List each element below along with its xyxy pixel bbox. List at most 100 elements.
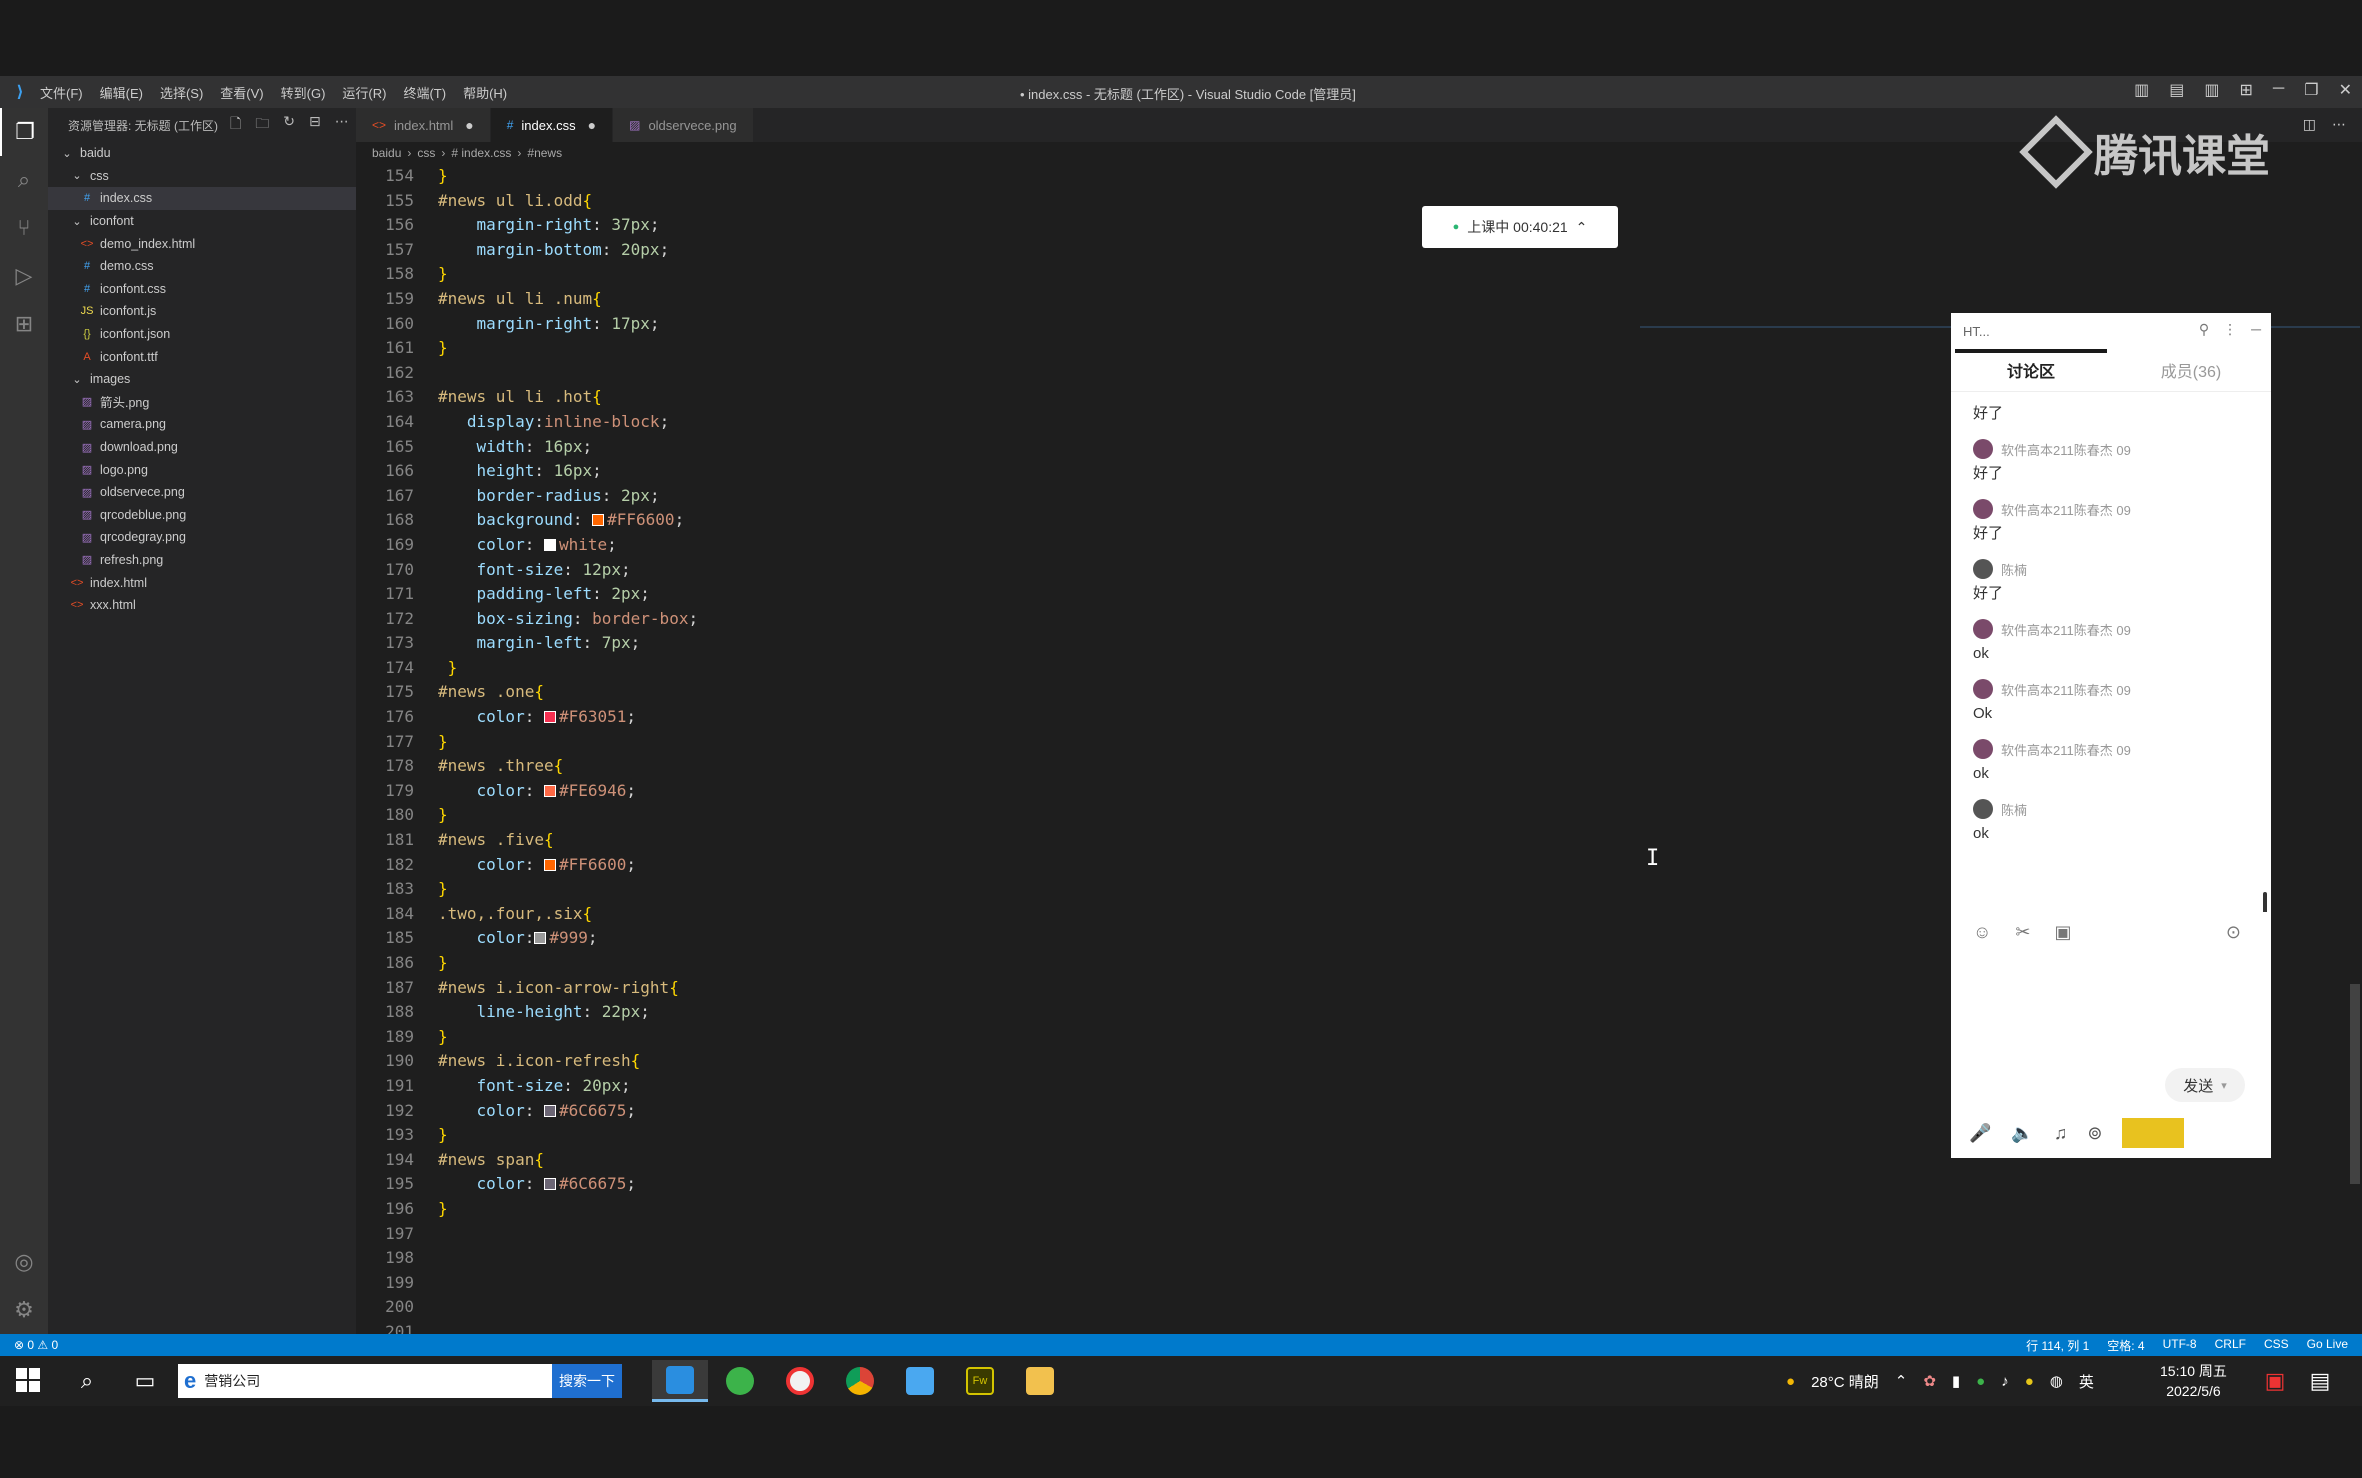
tree-item[interactable]: ▨ logo.png	[48, 458, 356, 481]
breadcrumb-item[interactable]: # index.css	[451, 146, 511, 160]
status-item[interactable]: 行 114, 列 1	[2026, 1337, 2089, 1354]
tree-item[interactable]: ⌄ css	[48, 165, 356, 188]
scissors-icon[interactable]: ✂	[2015, 922, 2030, 943]
menu-item[interactable]: 运行(R)	[342, 83, 386, 102]
refresh-icon[interactable]: ↻	[283, 113, 295, 137]
status-item[interactable]: CSS	[2264, 1337, 2289, 1354]
code-line[interactable]: color: #6C6675;	[438, 1099, 698, 1124]
music-icon[interactable]: ♫	[2054, 1123, 2068, 1144]
send-button[interactable]: 发送 ▾	[2165, 1068, 2245, 1102]
ime-indicator[interactable]: 英	[2079, 1371, 2094, 1392]
restore-button[interactable]: ❐	[2304, 80, 2318, 100]
task-view-icon[interactable]: ▭	[130, 1366, 160, 1396]
toggle-secondary-sidebar-icon[interactable]: ▥	[2204, 80, 2219, 100]
chevron-up-icon[interactable]: ⌃	[1576, 219, 1588, 236]
more-actions-icon[interactable]: ⋯	[2332, 116, 2346, 133]
code-content[interactable]: } #news ul li.odd{ margin-right: 37px; ma…	[438, 164, 698, 1334]
tree-item[interactable]: # iconfont.css	[48, 278, 356, 301]
split-editor-icon[interactable]: ◫	[2303, 116, 2316, 133]
modified-dot-icon[interactable]: ●	[465, 117, 473, 133]
customize-layout-icon[interactable]: ⊞	[2240, 80, 2253, 100]
message-list[interactable]: 好了 软件高本211陈春杰 09 好了 软件高本211陈春杰 09 好了 陈楠 好了 软件高本…	[1951, 392, 2271, 912]
modified-dot-icon[interactable]: ●	[588, 117, 596, 133]
code-line[interactable]: }	[438, 803, 698, 828]
code-line[interactable]: color: #6C6675;	[438, 1172, 698, 1197]
code-line[interactable]: #news ul li.odd{	[438, 189, 698, 214]
file-explorer-app-icon[interactable]	[1012, 1360, 1068, 1402]
tree-item[interactable]: ⌄ iconfont	[48, 210, 356, 233]
problems-status[interactable]: ⊗ 0 ⚠ 0	[0, 1338, 58, 1352]
code-line[interactable]: color: #FF6600;	[438, 853, 698, 878]
tray-shield-icon[interactable]: ●	[2025, 1373, 2034, 1390]
editor-scrollbar[interactable]	[2350, 984, 2360, 1184]
code-line[interactable]: border-radius: 2px;	[438, 484, 698, 509]
extensions-icon[interactable]: ⊞	[0, 300, 48, 348]
toggle-sidebar-icon[interactable]: ▥	[2134, 80, 2149, 100]
code-line[interactable]: margin-bottom: 20px;	[438, 238, 698, 263]
tree-item[interactable]: <> demo_index.html	[48, 232, 356, 255]
code-line[interactable]: height: 16px;	[438, 459, 698, 484]
chat-scrollbar[interactable]	[2263, 892, 2267, 912]
tree-item[interactable]: ▨ 箭头.png	[48, 391, 356, 414]
color-swatch[interactable]	[543, 784, 556, 797]
breadcrumb-item[interactable]: #news	[527, 146, 562, 160]
tree-item[interactable]: ▨ refresh.png	[48, 549, 356, 572]
code-line[interactable]: #news ul li .hot{	[438, 385, 698, 410]
tree-item[interactable]: ▨ qrcodegray.png	[48, 526, 356, 549]
code-line[interactable]	[438, 1246, 698, 1271]
code-line[interactable]: margin-right: 17px;	[438, 312, 698, 337]
code-line[interactable]: display:inline-block;	[438, 410, 698, 435]
menu-item[interactable]: 文件(F)	[40, 83, 83, 102]
color-swatch[interactable]	[543, 1104, 556, 1117]
code-line[interactable]: }	[438, 164, 698, 189]
code-line[interactable]: }	[438, 730, 698, 755]
tree-item[interactable]: <> index.html	[48, 571, 356, 594]
menu-item[interactable]: 转到(G)	[281, 83, 326, 102]
code-line[interactable]: color: #999;	[438, 926, 698, 951]
microphone-icon[interactable]: 🎤	[1969, 1123, 1991, 1144]
color-swatch[interactable]	[592, 514, 605, 527]
weather-text[interactable]: 28°C 晴朗	[1811, 1371, 1879, 1392]
code-line[interactable]: #news ul li .num{	[438, 287, 698, 312]
editor-tab[interactable]: <> index.html ●	[356, 108, 491, 142]
explorer-icon[interactable]: ❐	[0, 108, 48, 156]
color-swatch[interactable]	[543, 1178, 556, 1191]
minimize-icon[interactable]: ─	[2251, 321, 2261, 338]
code-line[interactable]: }	[438, 336, 698, 361]
chrome-app-icon[interactable]	[832, 1360, 888, 1402]
tree-item[interactable]: ⌄ baidu	[48, 142, 356, 165]
settings-icon[interactable]: ⊙	[2226, 922, 2241, 943]
tray-mic-icon[interactable]: ▮	[1952, 1372, 1960, 1390]
code-line[interactable]: #news .three{	[438, 754, 698, 779]
more-icon[interactable]: ⋮	[2223, 321, 2237, 338]
tab-discussion[interactable]: 讨论区	[1951, 349, 2111, 391]
code-line[interactable]: margin-right: 37px;	[438, 213, 698, 238]
speaker-icon[interactable]: 🔈	[2011, 1123, 2033, 1144]
menu-item[interactable]: 选择(S)	[160, 83, 203, 102]
code-line[interactable]: #news .one{	[438, 680, 698, 705]
tree-item[interactable]: Aiconfont.ttf	[48, 345, 356, 368]
windows-start-icon[interactable]	[16, 1368, 40, 1392]
account-icon[interactable]: ◎	[0, 1238, 48, 1286]
tray-bell-icon[interactable]: ♪	[2001, 1373, 2009, 1390]
toggle-panel-icon[interactable]: ▤	[2169, 80, 2184, 100]
code-line[interactable]	[438, 361, 698, 386]
color-swatch[interactable]	[543, 711, 556, 724]
tree-item[interactable]: ▨ download.png	[48, 436, 356, 459]
tree-item[interactable]: ▨ qrcodeblue.png	[48, 504, 356, 527]
class-timer[interactable]: ● 上课中 00:40:21 ⌃	[1422, 206, 1618, 248]
status-item[interactable]: 空格: 4	[2107, 1337, 2144, 1354]
new-file-icon[interactable]: 🗋	[230, 113, 241, 137]
taskbar-search-box[interactable]: e 营销公司	[178, 1364, 552, 1398]
emoji-icon[interactable]: ☺	[1973, 922, 1991, 943]
new-folder-icon[interactable]: 🗀	[255, 113, 269, 137]
tray-volume-icon[interactable]: ◍	[2050, 1372, 2063, 1390]
code-line[interactable]: }	[438, 656, 698, 681]
code-line[interactable]: #news .five{	[438, 828, 698, 853]
code-line[interactable]: box-sizing: border-box;	[438, 607, 699, 632]
action-center-icon[interactable]: ▤	[2305, 1366, 2335, 1396]
code-line[interactable]: color: white;	[438, 533, 698, 558]
tree-item[interactable]: # demo.css	[48, 255, 356, 278]
fireworks-app-icon[interactable]: Fw	[952, 1360, 1008, 1402]
source-control-icon[interactable]: ⑂	[0, 204, 48, 252]
